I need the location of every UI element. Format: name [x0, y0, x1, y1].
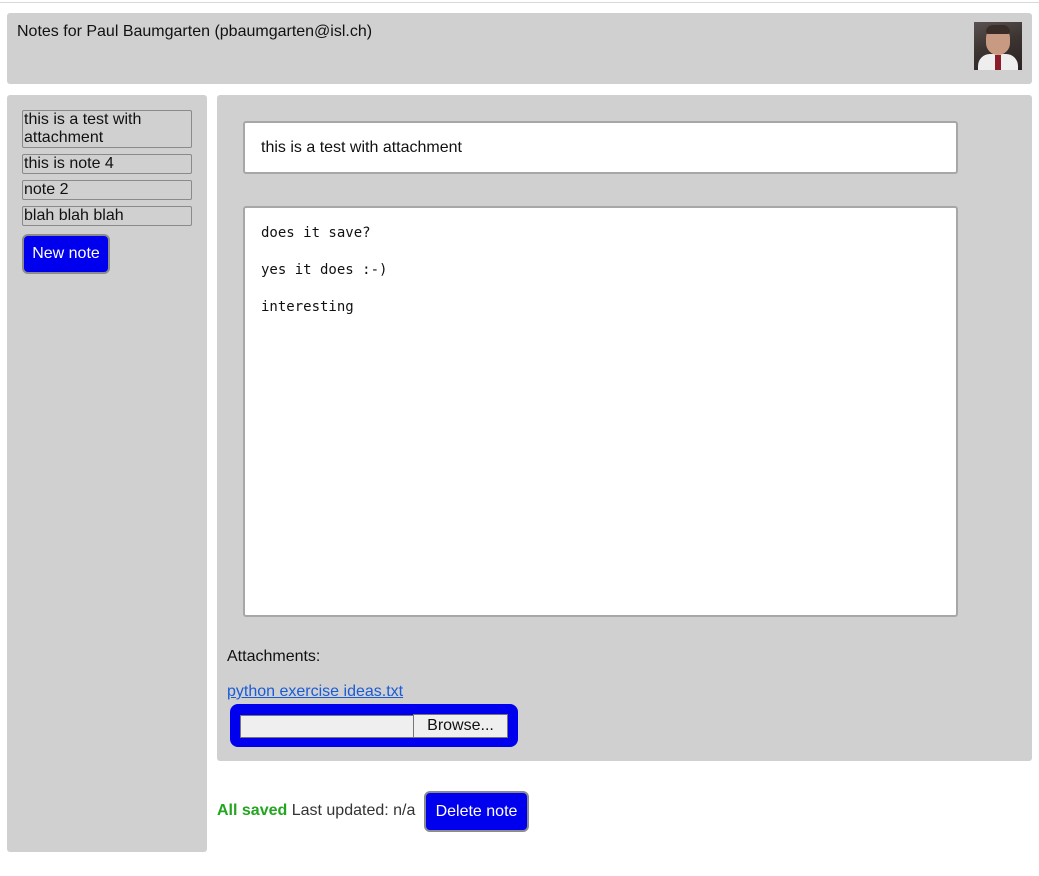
browse-button[interactable]: Browse...: [413, 714, 508, 738]
note-title-input[interactable]: [243, 121, 958, 174]
page-title: Notes for Paul Baumgarten (pbaumgarten@i…: [17, 23, 373, 40]
page-header: Notes for Paul Baumgarten (pbaumgarten@i…: [7, 13, 1032, 84]
saved-indicator: All saved: [217, 802, 288, 819]
note-list-item[interactable]: this is note 4: [22, 154, 192, 174]
note-list-item[interactable]: note 2: [22, 180, 192, 200]
avatar-hair: [986, 25, 1010, 34]
note-body-line: does it save?: [261, 225, 371, 241]
avatar-tie: [995, 55, 1001, 70]
attachment-link[interactable]: python exercise ideas.txt: [227, 683, 403, 701]
note-body-textarea[interactable]: does it save? yes it does :-) interestin…: [243, 206, 958, 617]
file-path-field[interactable]: [240, 715, 414, 738]
note-list-item[interactable]: this is a test with attachment: [22, 110, 192, 148]
attachments-label: Attachments:: [227, 648, 321, 665]
note-editor: does it save? yes it does :-) interestin…: [217, 95, 1032, 761]
last-updated-text: Last updated: n/a: [291, 802, 416, 819]
top-divider: [0, 2, 1039, 3]
note-list: this is a test with attachment this is n…: [22, 110, 192, 232]
save-status: All saved Last updated: n/a: [217, 802, 415, 820]
new-note-button[interactable]: New note: [22, 234, 110, 274]
file-upload: Browse...: [230, 704, 518, 747]
user-avatar: [974, 22, 1022, 70]
note-body-line: yes it does :-): [261, 262, 388, 278]
delete-note-button[interactable]: Delete note: [424, 791, 529, 832]
note-body-line: interesting: [261, 299, 354, 315]
note-list-item[interactable]: blah blah blah: [22, 206, 192, 226]
notes-sidebar: this is a test with attachment this is n…: [7, 95, 207, 852]
